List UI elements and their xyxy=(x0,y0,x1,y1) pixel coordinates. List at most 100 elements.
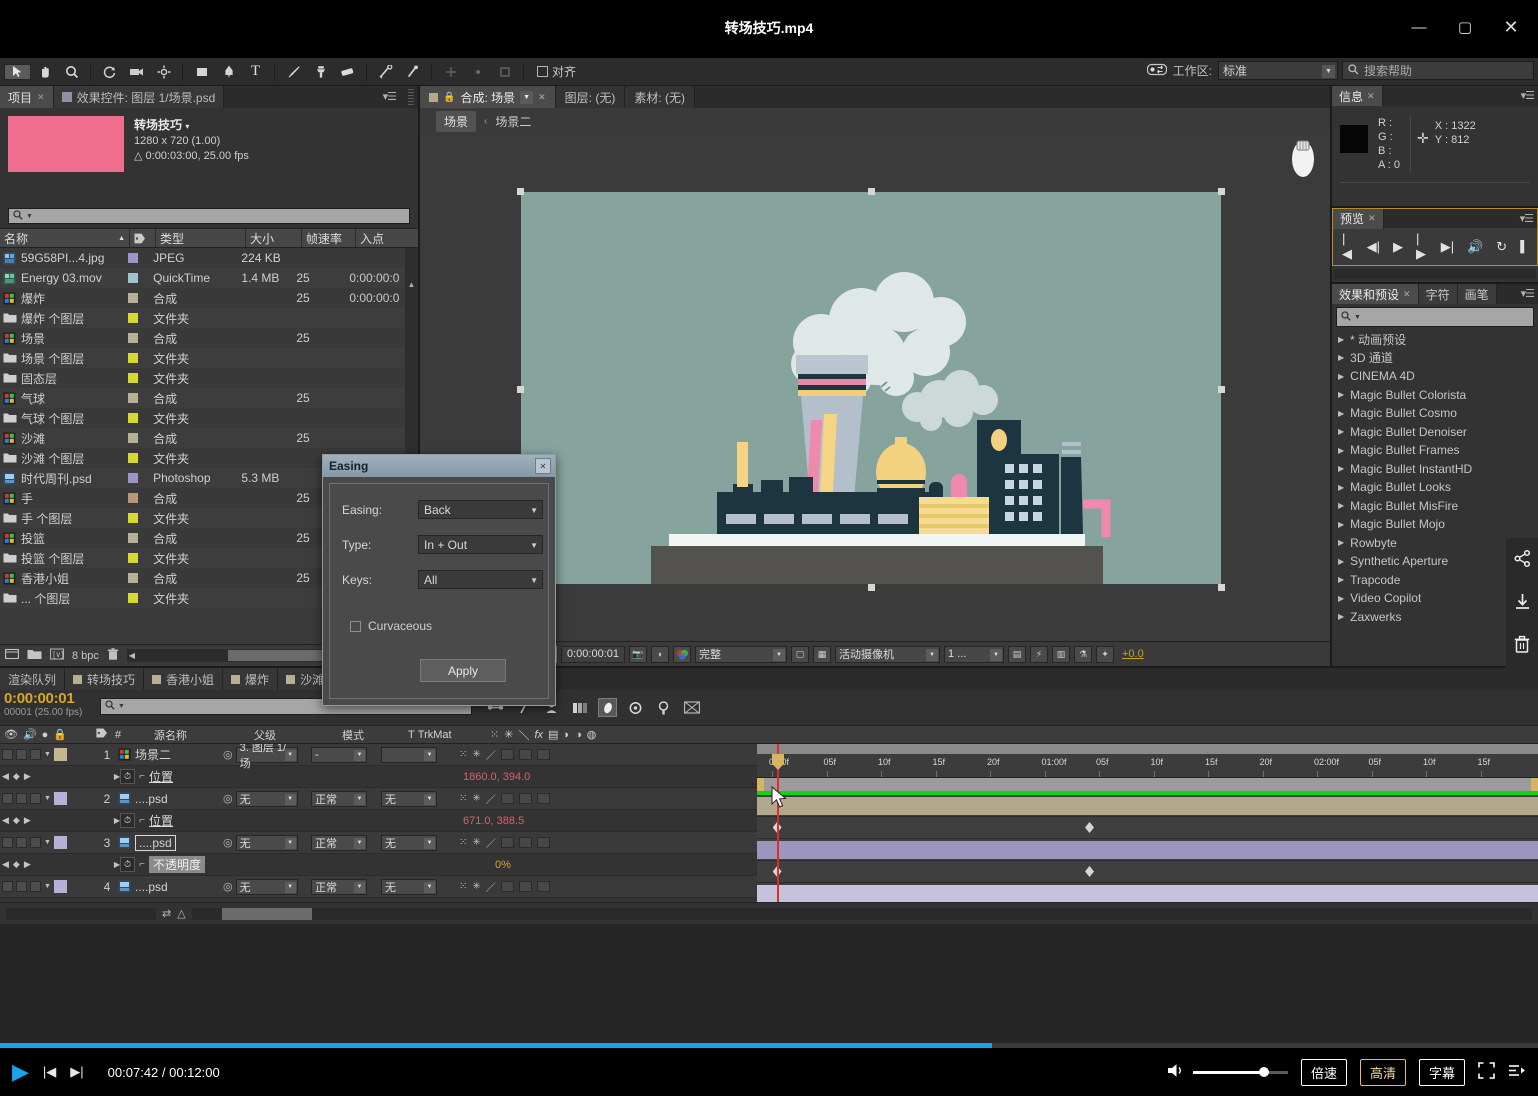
bit-depth-label[interactable]: 8 bpc xyxy=(72,650,99,662)
new-folder-icon[interactable] xyxy=(27,648,42,663)
collapse-toggle[interactable]: ✳ xyxy=(472,749,480,760)
chevron-right-icon[interactable]: ▶ xyxy=(1338,372,1344,381)
chevron-right-icon[interactable]: ▶ xyxy=(1338,594,1344,603)
project-search-input[interactable]: ▼ xyxy=(8,208,410,224)
panel-menu-icon[interactable]: ▾☰ xyxy=(1520,212,1533,225)
panel-menu-icon[interactable]: ▾☰ xyxy=(1521,287,1534,300)
new-comp-icon[interactable] xyxy=(5,648,19,663)
easing-dropdown[interactable]: Back ▼ xyxy=(418,500,543,519)
tab-project[interactable]: 项目 ✕ xyxy=(0,86,54,108)
video-toggle[interactable] xyxy=(2,881,13,892)
keys-dropdown[interactable]: All ▼ xyxy=(418,570,543,589)
audio-icon[interactable]: 🔊 xyxy=(1467,239,1483,255)
mode-dropdown[interactable]: -▼ xyxy=(311,747,367,763)
show-snapshot-icon[interactable]: ◗ xyxy=(651,646,669,663)
search-help-input[interactable]: 搜索帮助 xyxy=(1342,61,1534,80)
layer-color-chip[interactable] xyxy=(54,836,67,849)
property-expand-icon[interactable]: ▶ xyxy=(96,772,120,781)
brush-tool-icon[interactable] xyxy=(280,61,307,83)
apply-button[interactable]: Apply xyxy=(420,659,506,682)
video-toggle[interactable] xyxy=(2,837,13,848)
quality-button[interactable]: 高清 xyxy=(1360,1059,1406,1086)
previous-keyframe-icon[interactable]: ◀ xyxy=(2,859,9,870)
previous-frame-icon[interactable]: ◀| xyxy=(1367,239,1380,255)
collapse-toggle[interactable]: ✳ xyxy=(472,837,480,848)
world-axis-mode-icon[interactable] xyxy=(464,61,491,83)
project-list-item[interactable]: Energy 03.movQuickTime1.4 MB250:00:00:0 xyxy=(0,268,418,288)
tab-preview[interactable]: 预览 ✕ xyxy=(1333,209,1384,229)
property-name[interactable]: 位置 xyxy=(149,768,173,785)
previous-video-icon[interactable]: |◀ xyxy=(43,1064,56,1080)
property-name[interactable]: 不透明度 xyxy=(149,856,205,873)
layer-mode[interactable]: -▼ xyxy=(311,747,377,763)
ram-preview-icon[interactable]: ▌ xyxy=(1520,241,1528,253)
graph-editor-toggle-icon[interactable]: ⌐ xyxy=(135,814,149,828)
pixel-aspect-correction-icon[interactable]: ▤ xyxy=(1008,646,1026,663)
mode-dropdown[interactable]: 正常▼ xyxy=(311,835,367,851)
tab-paint[interactable]: 画笔 xyxy=(1458,284,1497,304)
layer-track[interactable] xyxy=(757,839,1538,861)
property-track[interactable] xyxy=(757,861,1538,883)
selection-handle-mr[interactable] xyxy=(1218,386,1225,393)
trkmat-header[interactable]: T TrkMat xyxy=(408,729,490,741)
frame-blend-toggle[interactable] xyxy=(519,793,532,804)
playback-speed-button[interactable]: 倍速 xyxy=(1301,1059,1347,1086)
pickwhip-icon[interactable]: ◎ xyxy=(223,748,233,761)
toggle-switches-modes-icon[interactable]: ⇄ xyxy=(162,907,171,920)
panel-menu-icon[interactable]: ▾☰ xyxy=(383,90,396,103)
timeline-property-row[interactable]: ◀◆▶▶⏱⌐位置1860.0, 394.0 xyxy=(0,766,757,788)
effects-toggle[interactable] xyxy=(501,793,514,804)
close-button[interactable]: ✕ xyxy=(1492,12,1530,42)
label-color-swatch[interactable] xyxy=(128,353,154,363)
effects-search-input[interactable]: ▼ xyxy=(1336,307,1534,327)
share-icon[interactable] xyxy=(1513,549,1532,571)
shy-toggle[interactable]: ⁙ xyxy=(459,881,467,892)
keyframe-toggle-icon[interactable]: ◆ xyxy=(13,859,20,870)
property-value[interactable]: 1860.0, 394.0 xyxy=(463,771,530,783)
auto-keyframe-icon[interactable] xyxy=(654,698,673,717)
layer-list[interactable]: ▼1场景二◎3. 图层 1/场▼-▼▼⁙✳／◀◆▶▶⏱⌐位置1860.0, 39… xyxy=(0,744,757,902)
quality-toggle[interactable]: ／ xyxy=(486,879,496,894)
collapse-toggle[interactable]: ✳ xyxy=(472,793,480,804)
column-framerate[interactable]: 帧速率 xyxy=(302,229,356,247)
label-color-swatch[interactable] xyxy=(128,253,154,263)
trkmat-dropdown[interactable]: ▼ xyxy=(381,747,437,763)
audio-toggle[interactable] xyxy=(16,793,27,804)
timeline-property-row[interactable]: ◀◆▶▶⏱⌐不透明度0% xyxy=(0,854,757,876)
parent-dropdown[interactable]: 3. 图层 1/场▼ xyxy=(236,747,298,763)
type-tool-icon[interactable]: T xyxy=(242,61,269,83)
mode-header[interactable]: 模式 xyxy=(342,727,408,743)
selection-handle-tr[interactable] xyxy=(1218,188,1225,195)
project-list-item[interactable]: 气球合成25 xyxy=(0,388,418,408)
view-axis-mode-icon[interactable] xyxy=(491,61,518,83)
lock-icon[interactable]: 🔒 xyxy=(443,92,455,103)
label-color-swatch[interactable] xyxy=(128,433,154,443)
comp-flowchart-icon[interactable]: ⚗ xyxy=(1074,646,1092,663)
solo-toggle[interactable] xyxy=(30,749,41,760)
first-frame-icon[interactable]: |◀ xyxy=(1342,231,1354,262)
motion-blur-toggle[interactable] xyxy=(537,837,550,848)
label-color-swatch[interactable] xyxy=(128,313,154,323)
stopwatch-icon[interactable]: ⏱ xyxy=(120,857,135,872)
layer-color-chip[interactable] xyxy=(54,748,67,761)
comp-canvas-wrapper[interactable] xyxy=(521,192,1221,584)
close-icon[interactable]: ✕ xyxy=(538,92,546,103)
layer-color-chip[interactable] xyxy=(54,792,67,805)
resolution-dropdown[interactable]: 完整 ▼ xyxy=(695,646,787,663)
unified-camera-tool-icon[interactable] xyxy=(123,61,150,83)
selection-handle-bc[interactable] xyxy=(868,584,875,591)
timeline-layer-row[interactable]: ▼1场景二◎3. 图层 1/场▼-▼▼⁙✳／ xyxy=(0,744,757,766)
timeline-grid[interactable]: 0:00f05f10f15f20f01:00f05f10f15f20f02:00… xyxy=(757,744,1538,902)
fast-previews-icon[interactable]: ⚡ xyxy=(1030,646,1048,663)
chevron-right-icon[interactable]: ▶ xyxy=(1338,538,1344,547)
chevron-right-icon[interactable]: ▶ xyxy=(1338,446,1344,455)
project-list-item[interactable]: 固态层文件夹 xyxy=(0,368,418,388)
source-name-header[interactable]: 源名称 xyxy=(154,727,254,743)
chevron-right-icon[interactable]: ▶ xyxy=(1338,483,1344,492)
layer-duration-bar[interactable] xyxy=(757,797,1538,815)
selection-handle-tc[interactable] xyxy=(868,188,875,195)
chevron-right-icon[interactable]: ▶ xyxy=(1338,501,1344,510)
curvaceous-checkbox[interactable] xyxy=(350,621,361,632)
effects-list-item[interactable]: ▶* 动画预设 xyxy=(1338,330,1538,349)
keyframe-marker[interactable] xyxy=(1085,866,1094,877)
